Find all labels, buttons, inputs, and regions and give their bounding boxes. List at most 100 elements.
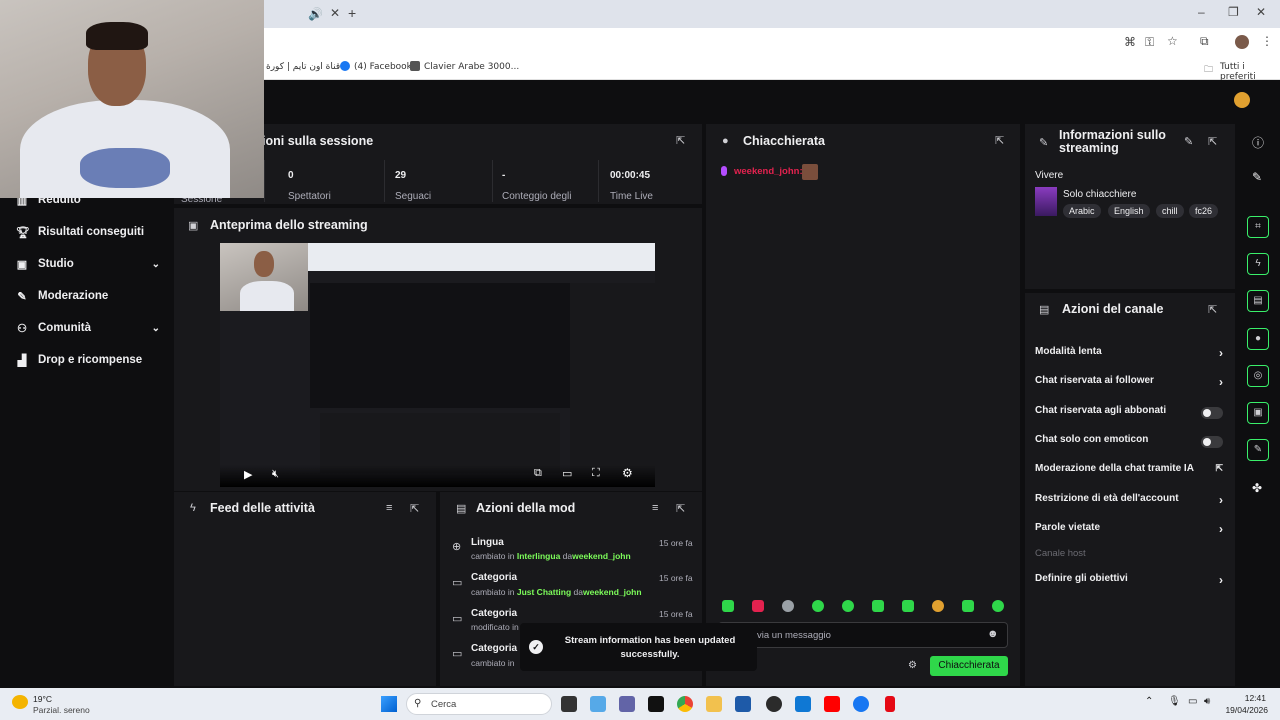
chrome-icon[interactable] [677, 696, 693, 712]
facebook-icon[interactable] [853, 696, 869, 712]
emote-icon[interactable] [752, 600, 764, 612]
filter-icon[interactable]: ≡ [386, 502, 392, 514]
action-ai-moderation[interactable]: Moderazione della chat tramite IA ⇱ [1035, 463, 1223, 479]
widgets-icon[interactable] [590, 696, 606, 712]
new-tab-icon[interactable]: + [348, 5, 356, 21]
mic-icon[interactable]: 🎙︎ [1168, 696, 1181, 707]
youtube-icon[interactable] [824, 696, 840, 712]
tag-badge[interactable]: chill [1156, 204, 1184, 218]
edit-icon[interactable]: ✎ [1184, 135, 1193, 148]
settings-icon[interactable]: ⚙ [622, 466, 633, 480]
emote-icon[interactable] [902, 600, 914, 612]
outlook-icon[interactable] [795, 696, 811, 712]
sidebar-item-risultati[interactable]: 🏆︎ Risultati conseguiti [16, 222, 160, 242]
weather-temp[interactable]: 19°C [33, 694, 52, 704]
emote-icon[interactable] [782, 600, 794, 612]
filter-icon[interactable]: ≡ [652, 502, 658, 514]
mod-action-title: Categoria [471, 608, 518, 619]
popout-icon[interactable]: ⇱ [1208, 303, 1217, 316]
battery-icon[interactable]: ▭ [1188, 696, 1197, 707]
chat-settings-icon[interactable]: ⚙ [908, 660, 917, 671]
action-age-restriction[interactable]: Restrizione di età dell'account › [1035, 493, 1223, 509]
emote-icon[interactable] [722, 600, 734, 612]
sidebar-item-drop[interactable]: ▟ Drop e ricompense [16, 350, 160, 370]
teams-icon[interactable] [619, 696, 635, 712]
emote-icon[interactable] [992, 600, 1004, 612]
popout-icon[interactable]: ⇱ [676, 134, 685, 147]
menu-icon[interactable]: ⋮ [1261, 34, 1273, 48]
mute-icon[interactable]: 🔇︎ [272, 468, 279, 481]
rail-wrench-button[interactable]: ✎ [1247, 439, 1269, 461]
popout-icon[interactable]: ⇱ [676, 502, 685, 515]
tab-close-icon[interactable]: ✕ [330, 6, 340, 20]
task-view-icon[interactable] [561, 696, 577, 712]
tab-audio-icon[interactable]: 🔊 [308, 7, 323, 21]
sidebar-item-moderazione[interactable]: ✎ Moderazione [16, 286, 160, 306]
action-banned-words[interactable]: Parole vietate › [1035, 522, 1223, 538]
chat-send-button[interactable]: Chiacchierata [930, 656, 1008, 676]
bookmark-item[interactable]: Clavier Arabe 3000... [424, 62, 519, 72]
action-slow-mode[interactable]: Modalità lenta › [1035, 346, 1223, 362]
extensions-icon[interactable]: ✤ [1252, 481, 1262, 495]
restore-icon[interactable]: ❐ [1228, 5, 1239, 19]
file-explorer-icon[interactable] [706, 696, 722, 712]
rail-channel-button[interactable]: ▣ [1247, 402, 1269, 424]
emote-icon[interactable] [932, 600, 944, 612]
bookmark-item[interactable]: قناة اون تايم | كورة [266, 62, 340, 72]
emote-icon[interactable] [812, 600, 824, 612]
sidebar-item-studio[interactable]: ▣ Studio ⌄ [16, 254, 160, 274]
rail-lightning-button[interactable]: ϟ [1247, 253, 1269, 275]
emote-icon[interactable] [962, 600, 974, 612]
chevron-right-icon: › [1219, 493, 1223, 507]
panel-title: Informazioni sullo streaming [1059, 128, 1166, 155]
emote-icon[interactable] [842, 600, 854, 612]
panel-title: Anteprima dello streaming [210, 218, 368, 232]
rail-document-button[interactable]: ▤ [1247, 290, 1269, 312]
rail-broadcast-button[interactable]: ◎ [1247, 365, 1269, 387]
popout-icon[interactable]: ⇱ [410, 502, 419, 515]
bookmark-item[interactable]: Tutti i preferiti [1220, 62, 1280, 82]
tag-badge[interactable]: Arabic [1063, 204, 1101, 218]
rail-capture-button[interactable]: ⌗ [1247, 216, 1269, 238]
emoji-icon[interactable]: ☻ [987, 628, 999, 640]
minimize-icon[interactable]: – [1198, 5, 1205, 19]
volume-icon[interactable]: 🔊︎ [1204, 696, 1210, 707]
toggle-switch[interactable] [1201, 407, 1223, 419]
rail-chat-button[interactable]: ● [1247, 328, 1269, 350]
translate-icon[interactable]: ⌘ [1124, 35, 1136, 49]
emote-icon[interactable] [872, 600, 884, 612]
tag-badge[interactable]: fc26 [1189, 204, 1219, 218]
taskbar-search[interactable]: ⚲ Cerca [406, 693, 552, 715]
miniplayer-icon[interactable]: ⧉ [534, 467, 542, 480]
user-avatar[interactable] [1234, 92, 1250, 108]
clock-time[interactable]: 12:41 [1230, 693, 1266, 703]
close-window-icon[interactable]: ✕ [1256, 5, 1266, 19]
windows-start-icon[interactable] [381, 696, 397, 712]
edit-icon[interactable]: ✎ [1252, 170, 1262, 184]
play-icon[interactable]: ▶ [244, 468, 252, 481]
clock-date[interactable]: 19/04/2026 [1220, 705, 1268, 715]
action-set-goals[interactable]: Definire gli obiettivi › [1035, 573, 1223, 589]
chevron-up-icon[interactable]: ⌃ [1145, 696, 1153, 707]
obs-icon[interactable] [766, 696, 782, 712]
action-followers-only[interactable]: Chat riservata ai follower › [1035, 375, 1223, 391]
tiktok-icon[interactable] [648, 696, 664, 712]
netflix-icon[interactable] [885, 696, 895, 712]
popout-icon[interactable]: ⇱ [995, 134, 1004, 147]
theater-icon[interactable]: ▭ [562, 467, 572, 480]
key-icon[interactable]: ⚿ [1145, 35, 1154, 50]
chat-username[interactable]: weekend_john: [734, 166, 803, 177]
popout-icon[interactable]: ⇱ [1208, 135, 1217, 148]
bookmark-item[interactable]: (4) Facebook [354, 62, 412, 72]
extensions-icon[interactable]: ⧉ [1200, 34, 1209, 49]
sidebar-item-comunita[interactable]: ⚇ Comunità ⌄ [16, 318, 160, 338]
toggle-switch[interactable] [1201, 436, 1223, 448]
store-icon[interactable] [735, 696, 751, 712]
chat-input[interactable]: via un messaggio ☻ [718, 622, 1008, 648]
stream-preview-video[interactable]: ▶ 🔇︎ ⧉ ▭ ⛶ ⚙ [220, 243, 655, 487]
star-icon[interactable]: ☆ [1167, 34, 1178, 48]
fullscreen-icon[interactable]: ⛶ [592, 467, 600, 480]
info-icon[interactable]: ⓘ [1252, 134, 1264, 151]
profile-avatar[interactable] [1235, 35, 1249, 49]
tag-badge[interactable]: English [1108, 204, 1150, 218]
